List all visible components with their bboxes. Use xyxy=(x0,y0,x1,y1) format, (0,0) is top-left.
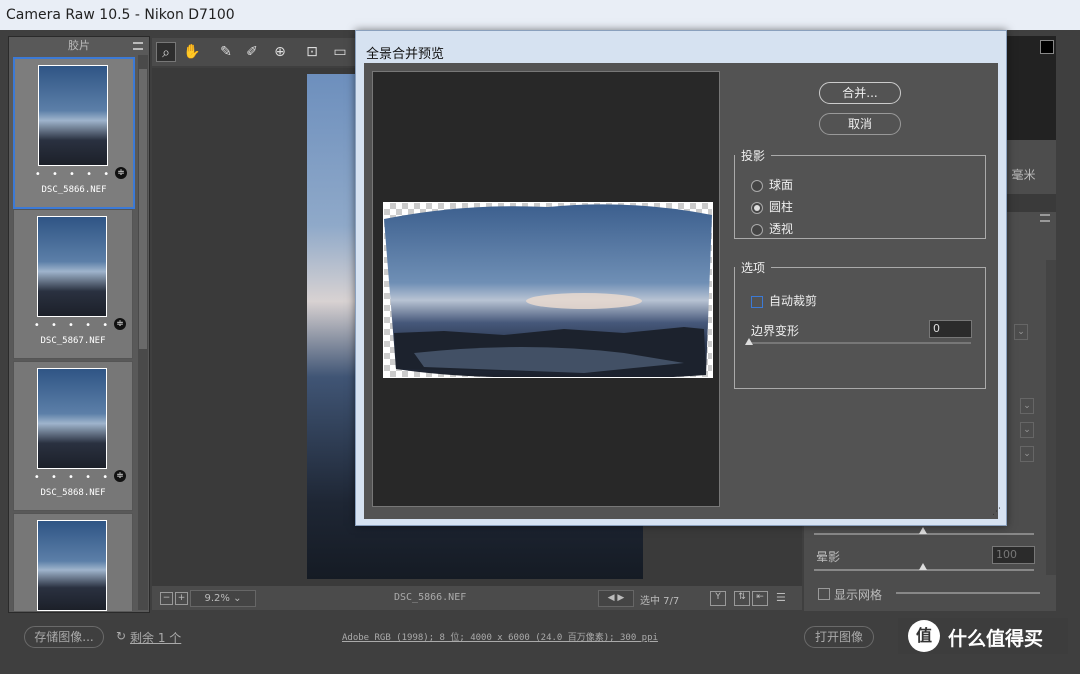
white-balance-icon[interactable]: ✎ xyxy=(216,42,236,62)
cancel-button[interactable]: 取消 xyxy=(819,113,901,135)
edited-badge-icon: ≑ xyxy=(115,167,127,179)
panorama-preview xyxy=(372,71,720,507)
toggle-settings-icon[interactable]: ☰ xyxy=(776,591,786,604)
brand-watermark: 什么值得买 xyxy=(948,628,1044,650)
dialog-body: 合并... 取消 投影 球面 圆柱 透视 选项 自动裁剪 边界变形 0 xyxy=(364,63,998,519)
window-title-bar: Camera Raw 10.5 - Nikon D7100 xyxy=(0,0,1080,30)
current-filename: DSC_5866.NEF xyxy=(394,592,467,603)
bottom-bar: 存储图像... ↻ 剩余 1 个 Adobe RGB (1998); 8 位; … xyxy=(0,618,1080,660)
zoom-in-button[interactable]: + xyxy=(175,592,188,605)
prev-next-buttons[interactable]: ◀ ▶ xyxy=(598,590,634,607)
panorama-merge-dialog: 全景合并预览 合并... 取消 投影 球面 圆柱 透视 选项 自动裁剪 边界变形… xyxy=(355,30,1007,526)
boundary-warp-label: 边界变形 xyxy=(751,324,800,338)
window-title: Camera Raw 10.5 - Nikon D7100 xyxy=(6,7,235,23)
filmstrip-scrollbar[interactable] xyxy=(138,55,148,610)
hand-icon[interactable]: ✋ xyxy=(182,42,202,62)
filmstrip-menu-icon[interactable] xyxy=(133,42,143,50)
radio-label: 球面 xyxy=(769,178,794,192)
color-sampler-icon[interactable]: ✐ xyxy=(242,42,262,62)
selection-count: 选中 7/7 xyxy=(640,596,680,607)
auto-crop-option[interactable]: 自动裁剪 xyxy=(751,292,817,310)
before-after-y-icon[interactable]: Y xyxy=(710,591,726,606)
dialog-title: 全景合并预览 xyxy=(366,47,445,62)
show-grid-label: 显示网格 xyxy=(834,588,883,602)
options-group: 选项 自动裁剪 边界变形 0 xyxy=(734,259,986,389)
filmstrip-thumb[interactable] xyxy=(13,513,133,611)
dropdown-chevron-icon[interactable]: ⌄ xyxy=(1020,446,1034,462)
dropdown-chevron-icon[interactable]: ⌄ xyxy=(1020,422,1034,438)
panorama-image-svg xyxy=(384,204,712,377)
canvas-status-bar: − + 9.2% ⌄ DSC_5866.NEF ◀ ▶ 选中 7/7 Y ⇅ ⇤… xyxy=(152,586,802,610)
edited-badge-icon: ≑ xyxy=(114,470,126,482)
radio-button[interactable] xyxy=(751,223,763,236)
straighten-icon[interactable]: ▭ xyxy=(330,42,350,62)
scrollbar-knob[interactable] xyxy=(139,69,147,349)
zoom-out-button[interactable]: − xyxy=(160,592,173,605)
thumbnail-filename: DSC_5867.NEF xyxy=(40,336,106,346)
boundary-warp-field[interactable]: 0 xyxy=(929,320,972,338)
dropdown-chevron-icon[interactable]: ⌄ xyxy=(1020,398,1034,414)
boundary-warp-slider-thumb[interactable] xyxy=(745,338,753,345)
radio-spherical[interactable]: 球面 xyxy=(751,176,793,194)
projection-legend: 投影 xyxy=(735,147,772,164)
radio-label: 圆柱 xyxy=(769,200,794,214)
copy-settings-icon[interactable]: ⇤ xyxy=(752,591,768,606)
panorama-image xyxy=(383,202,713,378)
resize-grip-icon[interactable]: ⋰ xyxy=(992,507,1001,517)
open-image-button[interactable]: 打开图像 xyxy=(804,626,874,648)
thumbnail-filename: DSC_5868.NEF xyxy=(40,488,106,498)
projection-group: 投影 球面 圆柱 透视 xyxy=(734,147,986,239)
thumbnail-image xyxy=(37,520,107,611)
halo-slider-thumb[interactable] xyxy=(919,563,927,570)
halo-label: 晕影 xyxy=(816,550,841,564)
options-legend: 选项 xyxy=(735,259,772,276)
thumbnail-image xyxy=(38,65,108,166)
save-image-button[interactable]: 存储图像... xyxy=(24,626,104,648)
thumbnail-image xyxy=(37,368,107,469)
radio-button-selected[interactable] xyxy=(751,201,763,214)
crop-icon[interactable]: ⊡ xyxy=(302,42,322,62)
filmstrip-thumb[interactable]: • • • • • ≑ DSC_5866.NEF xyxy=(13,57,135,209)
zoom-level-value: 9.2% xyxy=(204,593,230,604)
filmstrip-panel: 胶片 • • • • • ≑ DSC_5866.NEF • • • • • ≑ … xyxy=(8,36,150,613)
radio-label: 透视 xyxy=(769,222,794,236)
target-adjust-icon[interactable]: ⊕ xyxy=(270,42,290,62)
radio-perspective[interactable]: 透视 xyxy=(751,220,793,238)
slider-thumb[interactable] xyxy=(919,527,927,534)
filmstrip-header: 胶片 xyxy=(68,39,90,52)
zoom-icon[interactable]: ⌕ xyxy=(156,42,176,62)
boundary-warp-slider-track[interactable] xyxy=(749,342,971,344)
dropdown-chevron-icon[interactable]: ⌄ xyxy=(1014,324,1028,340)
remaining-link[interactable]: 剩余 1 个 xyxy=(130,629,181,646)
grid-checkbox[interactable] xyxy=(818,588,830,600)
halo-value-field[interactable]: 100 xyxy=(992,546,1035,564)
edited-badge-icon: ≑ xyxy=(114,318,126,330)
thumbnail-filename: DSC_5866.NEF xyxy=(41,185,107,195)
zoom-level-select[interactable]: 9.2% ⌄ xyxy=(190,590,256,607)
merge-button[interactable]: 合并... xyxy=(819,82,901,104)
swap-settings-icon[interactable]: ⇅ xyxy=(734,591,750,606)
thumbnail-image xyxy=(37,216,107,317)
panel-scrollbar[interactable] xyxy=(1046,260,1056,575)
filmstrip-thumb[interactable]: • • • • • ≑ DSC_5868.NEF xyxy=(13,361,133,511)
clipping-warning-icon[interactable] xyxy=(1040,40,1054,54)
watermark-area: 值 什么值得买 xyxy=(898,618,1068,654)
radio-cylindrical[interactable]: 圆柱 xyxy=(751,198,793,216)
filmstrip-thumb[interactable]: • • • • • ≑ DSC_5867.NEF xyxy=(13,209,133,359)
grid-slider-track[interactable] xyxy=(896,592,1040,594)
sync-icon: ↻ xyxy=(116,629,127,643)
radio-button[interactable] xyxy=(751,179,763,192)
auto-crop-label: 自动裁剪 xyxy=(769,294,818,308)
brand-logo-icon: 值 xyxy=(908,620,940,652)
auto-crop-checkbox[interactable] xyxy=(751,295,763,308)
panel-menu-icon[interactable] xyxy=(1040,214,1050,222)
workflow-options-link[interactable]: Adobe RGB (1998); 8 位; 4000 x 6000 (24.0… xyxy=(342,630,658,643)
